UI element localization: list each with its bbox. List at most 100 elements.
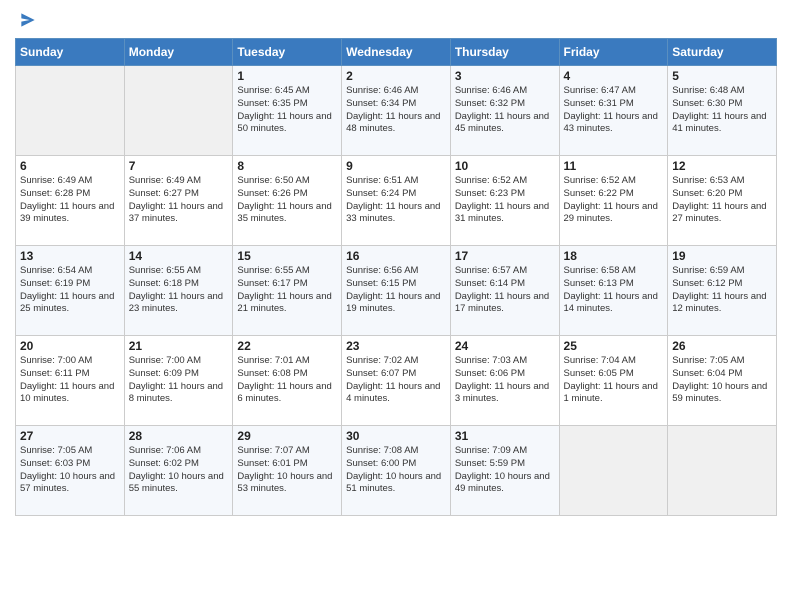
- day-number: 17: [455, 249, 555, 263]
- calendar-cell: 24 Sunrise: 7:03 AM Sunset: 6:06 PM Dayli…: [450, 336, 559, 426]
- day-of-week-header: Wednesday: [342, 39, 451, 66]
- day-info: Sunrise: 7:04 AM Sunset: 6:05 PM Dayligh…: [564, 355, 664, 406]
- calendar-cell: 17 Sunrise: 6:57 AM Sunset: 6:14 PM Dayli…: [450, 246, 559, 336]
- calendar-cell: 29 Sunrise: 7:07 AM Sunset: 6:01 PM Dayli…: [233, 426, 342, 516]
- calendar-cell: 5 Sunrise: 6:48 AM Sunset: 6:30 PM Daylig…: [668, 66, 777, 156]
- day-number: 29: [237, 429, 337, 443]
- calendar-cell: 28 Sunrise: 7:06 AM Sunset: 6:02 PM Dayli…: [124, 426, 233, 516]
- day-number: 1: [237, 69, 337, 83]
- day-info: Sunrise: 6:57 AM Sunset: 6:14 PM Dayligh…: [455, 265, 555, 316]
- day-number: 18: [564, 249, 664, 263]
- calendar-cell: 2 Sunrise: 6:46 AM Sunset: 6:34 PM Daylig…: [342, 66, 451, 156]
- calendar-cell: 15 Sunrise: 6:55 AM Sunset: 6:17 PM Dayli…: [233, 246, 342, 336]
- day-number: 22: [237, 339, 337, 353]
- calendar-header: SundayMondayTuesdayWednesdayThursdayFrid…: [16, 39, 777, 66]
- day-info: Sunrise: 7:08 AM Sunset: 6:00 PM Dayligh…: [346, 445, 446, 496]
- day-number: 7: [129, 159, 229, 173]
- day-number: 28: [129, 429, 229, 443]
- day-number: 16: [346, 249, 446, 263]
- day-info: Sunrise: 6:49 AM Sunset: 6:27 PM Dayligh…: [129, 175, 229, 226]
- day-number: 25: [564, 339, 664, 353]
- day-info: Sunrise: 6:55 AM Sunset: 6:18 PM Dayligh…: [129, 265, 229, 316]
- calendar-cell: 7 Sunrise: 6:49 AM Sunset: 6:27 PM Daylig…: [124, 156, 233, 246]
- calendar-cell: 19Sunrise: 6:59 AM Sunset: 6:12 PM Dayli…: [668, 246, 777, 336]
- calendar-cell: [668, 426, 777, 516]
- day-number: 12: [672, 159, 772, 173]
- page-header: [15, 10, 777, 30]
- day-info: Sunrise: 7:09 AM Sunset: 5:59 PM Dayligh…: [455, 445, 555, 496]
- day-info: Sunrise: 6:46 AM Sunset: 6:34 PM Dayligh…: [346, 85, 446, 136]
- day-info: Sunrise: 6:52 AM Sunset: 6:23 PM Dayligh…: [455, 175, 555, 226]
- calendar-cell: 10 Sunrise: 6:52 AM Sunset: 6:23 PM Dayli…: [450, 156, 559, 246]
- calendar-cell: 21 Sunrise: 7:00 AM Sunset: 6:09 PM Dayli…: [124, 336, 233, 426]
- day-info: Sunrise: 6:59 AM Sunset: 6:12 PM Dayligh…: [672, 265, 772, 316]
- calendar-cell: 26Sunrise: 7:05 AM Sunset: 6:04 PM Dayli…: [668, 336, 777, 426]
- calendar-cell: 23 Sunrise: 7:02 AM Sunset: 6:07 PM Dayli…: [342, 336, 451, 426]
- calendar-cell: 20Sunrise: 7:00 AM Sunset: 6:11 PM Dayli…: [16, 336, 125, 426]
- calendar-week-row: 6Sunrise: 6:49 AM Sunset: 6:28 PM Daylig…: [16, 156, 777, 246]
- calendar-cell: 3 Sunrise: 6:46 AM Sunset: 6:32 PM Daylig…: [450, 66, 559, 156]
- calendar-cell: 25 Sunrise: 7:04 AM Sunset: 6:05 PM Dayli…: [559, 336, 668, 426]
- day-of-week-header: Monday: [124, 39, 233, 66]
- logo-icon: [18, 10, 38, 30]
- day-number: 23: [346, 339, 446, 353]
- day-info: Sunrise: 6:47 AM Sunset: 6:31 PM Dayligh…: [564, 85, 664, 136]
- day-of-week-header: Sunday: [16, 39, 125, 66]
- day-number: 4: [564, 69, 664, 83]
- day-number: 24: [455, 339, 555, 353]
- day-of-week-header: Thursday: [450, 39, 559, 66]
- calendar-cell: 13 Sunrise: 6:54 AM Sunset: 6:19 PM Dayli…: [16, 246, 125, 336]
- day-info: Sunrise: 6:46 AM Sunset: 6:32 PM Dayligh…: [455, 85, 555, 136]
- day-number: 9: [346, 159, 446, 173]
- day-info: Sunrise: 7:03 AM Sunset: 6:06 PM Dayligh…: [455, 355, 555, 406]
- day-number: 15: [237, 249, 337, 263]
- day-number: 2: [346, 69, 446, 83]
- calendar-cell: 12 Sunrise: 6:53 AM Sunset: 6:20 PM Dayli…: [668, 156, 777, 246]
- day-info: Sunrise: 6:56 AM Sunset: 6:15 PM Dayligh…: [346, 265, 446, 316]
- day-info: Sunrise: 7:00 AM Sunset: 6:09 PM Dayligh…: [129, 355, 229, 406]
- day-number: 10: [455, 159, 555, 173]
- calendar-week-row: 13 Sunrise: 6:54 AM Sunset: 6:19 PM Dayli…: [16, 246, 777, 336]
- calendar-cell: 11 Sunrise: 6:52 AM Sunset: 6:22 PM Dayli…: [559, 156, 668, 246]
- day-info: Sunrise: 6:49 AM Sunset: 6:28 PM Dayligh…: [20, 175, 120, 226]
- calendar-cell: 9 Sunrise: 6:51 AM Sunset: 6:24 PM Daylig…: [342, 156, 451, 246]
- day-of-week-header: Friday: [559, 39, 668, 66]
- calendar-cell: 16 Sunrise: 6:56 AM Sunset: 6:15 PM Dayli…: [342, 246, 451, 336]
- calendar-body: 1 Sunrise: 6:45 AM Sunset: 6:35 PM Daylig…: [16, 66, 777, 516]
- day-number: 30: [346, 429, 446, 443]
- day-info: Sunrise: 7:07 AM Sunset: 6:01 PM Dayligh…: [237, 445, 337, 496]
- calendar-cell: 18 Sunrise: 6:58 AM Sunset: 6:13 PM Dayli…: [559, 246, 668, 336]
- day-info: Sunrise: 6:58 AM Sunset: 6:13 PM Dayligh…: [564, 265, 664, 316]
- calendar-cell: 30 Sunrise: 7:08 AM Sunset: 6:00 PM Dayli…: [342, 426, 451, 516]
- day-info: Sunrise: 6:54 AM Sunset: 6:19 PM Dayligh…: [20, 265, 120, 316]
- day-info: Sunrise: 6:53 AM Sunset: 6:20 PM Dayligh…: [672, 175, 772, 226]
- day-info: Sunrise: 6:51 AM Sunset: 6:24 PM Dayligh…: [346, 175, 446, 226]
- day-number: 5: [672, 69, 772, 83]
- day-info: Sunrise: 7:00 AM Sunset: 6:11 PM Dayligh…: [20, 355, 120, 406]
- day-number: 31: [455, 429, 555, 443]
- day-of-week-header: Saturday: [668, 39, 777, 66]
- page-container: SundayMondayTuesdayWednesdayThursdayFrid…: [0, 0, 792, 526]
- calendar-cell: 31 Sunrise: 7:09 AM Sunset: 5:59 PM Dayli…: [450, 426, 559, 516]
- day-number: 26: [672, 339, 772, 353]
- day-of-week-header: Tuesday: [233, 39, 342, 66]
- day-number: 3: [455, 69, 555, 83]
- day-info: Sunrise: 6:52 AM Sunset: 6:22 PM Dayligh…: [564, 175, 664, 226]
- day-info: Sunrise: 6:50 AM Sunset: 6:26 PM Dayligh…: [237, 175, 337, 226]
- day-info: Sunrise: 6:55 AM Sunset: 6:17 PM Dayligh…: [237, 265, 337, 316]
- day-info: Sunrise: 6:48 AM Sunset: 6:30 PM Dayligh…: [672, 85, 772, 136]
- logo: [15, 10, 38, 30]
- day-info: Sunrise: 7:02 AM Sunset: 6:07 PM Dayligh…: [346, 355, 446, 406]
- header-row: SundayMondayTuesdayWednesdayThursdayFrid…: [16, 39, 777, 66]
- day-info: Sunrise: 7:06 AM Sunset: 6:02 PM Dayligh…: [129, 445, 229, 496]
- day-number: 27: [20, 429, 120, 443]
- day-info: Sunrise: 7:05 AM Sunset: 6:03 PM Dayligh…: [20, 445, 120, 496]
- calendar-week-row: 27 Sunrise: 7:05 AM Sunset: 6:03 PM Dayli…: [16, 426, 777, 516]
- day-info: Sunrise: 6:45 AM Sunset: 6:35 PM Dayligh…: [237, 85, 337, 136]
- calendar-week-row: 1 Sunrise: 6:45 AM Sunset: 6:35 PM Daylig…: [16, 66, 777, 156]
- day-number: 14: [129, 249, 229, 263]
- day-number: 13: [20, 249, 120, 263]
- day-info: Sunrise: 7:01 AM Sunset: 6:08 PM Dayligh…: [237, 355, 337, 406]
- day-number: 11: [564, 159, 664, 173]
- day-number: 21: [129, 339, 229, 353]
